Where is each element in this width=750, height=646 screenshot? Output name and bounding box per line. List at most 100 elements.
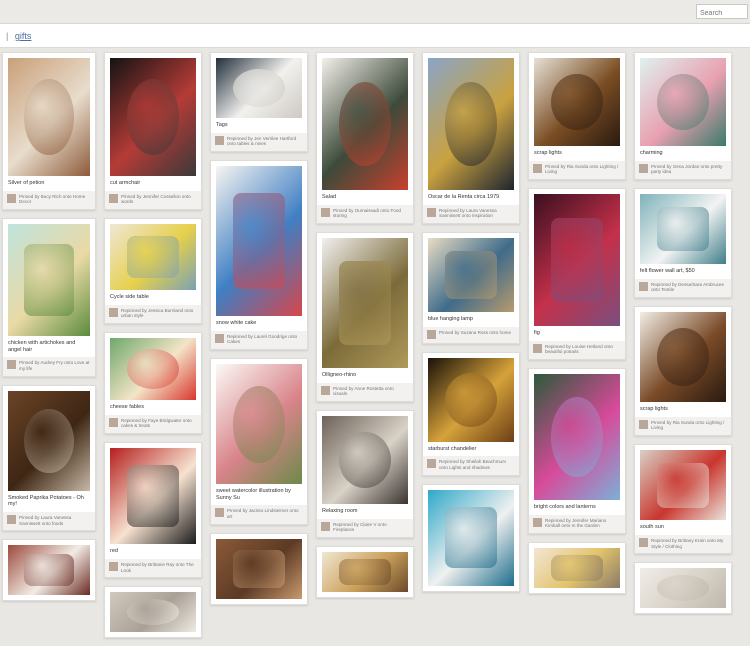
pin-image[interactable] [640,450,726,521]
pin-card[interactable]: Smoked Paprika Potatoes - Oh my! Pinned b… [2,384,96,532]
pin-image[interactable] [110,448,196,545]
avatar[interactable] [7,514,16,524]
pin-image[interactable] [110,592,196,633]
pin-card[interactable] [210,532,308,605]
pin-card[interactable]: Relaxing room Repinned by Claire V onto F… [316,410,414,539]
pin-card[interactable]: south sun Repinned by Brittany Krain onto… [634,444,732,555]
avatar[interactable] [639,281,648,291]
pin-meta-text: Repinned by Faye Bridgwater onto cakes &… [121,417,192,429]
pin-image[interactable] [216,58,302,118]
pin-card[interactable]: scrap lights Pinned by Ria Sunda onto Lig… [528,52,626,181]
avatar[interactable] [427,459,436,469]
pin-card[interactable]: blue hanging lamp Pinned by Suzana Ross o… [422,232,520,344]
pin-card[interactable]: scrap lights Pinned by Ria Sunda onto Lig… [634,306,732,437]
avatar[interactable] [7,193,16,203]
pin-card[interactable]: charming Pinned by Gena Jordan onto prett… [634,52,732,181]
pin-image[interactable] [8,58,90,176]
pin-card[interactable] [422,483,520,592]
pin-card[interactable]: red Repinned by Brittanie Ray onto The Lo… [104,442,202,579]
pin-image[interactable] [110,224,196,291]
pin-image[interactable] [428,357,514,442]
pin-card[interactable]: Silver of petion Pinned by Bucy Rich onto… [2,52,96,211]
avatar[interactable] [215,135,224,145]
pin-image[interactable] [534,374,620,501]
pin-meta-text: Repinned by Louise Hetland onto beautifu… [545,343,613,355]
pin-card[interactable] [528,542,626,595]
avatar[interactable] [215,508,224,518]
pin-image-shape [657,73,709,131]
pin-image-shape [339,261,391,345]
pin-image[interactable] [322,58,408,190]
avatar[interactable] [109,561,118,571]
pin-image[interactable] [216,364,302,485]
pin-image[interactable] [322,552,408,593]
pin-image[interactable] [216,538,302,599]
pin-caption: Olligneo-rhino [322,372,357,379]
avatar[interactable] [533,163,542,173]
pin-card[interactable]: fig Repinned by Louise Hetland onto beaut… [528,188,626,361]
pin-image[interactable] [640,568,726,609]
avatar[interactable] [427,207,436,217]
pin-card[interactable]: Salad Pinned by Oumaissadi onto Food stor… [316,52,414,225]
pin-image[interactable] [640,58,726,146]
pin-caption: cut armchair [110,180,141,186]
pin-image[interactable] [8,390,90,491]
pin-card[interactable]: Cycle side table Repinned by Jessica Burn… [104,218,202,325]
pin-card[interactable]: snow white cake Repinned by Laurel Goodri… [210,160,308,351]
avatar[interactable] [109,307,118,317]
pin-caption: snow white cake [216,320,257,327]
avatar[interactable] [533,343,542,353]
pin-meta-text: Pinned by Audrey Fry onto Love at my lif… [19,360,90,371]
pin-card[interactable]: Oscar de la Renta circa 1979 Repinned by … [422,52,520,225]
pin-image[interactable] [8,545,90,596]
search-input[interactable] [696,4,748,19]
pin-meta: Pinned by Anne Rostetta onto visuals [317,382,413,402]
pin-image[interactable] [428,489,514,586]
avatar[interactable] [109,193,118,203]
pin-card[interactable]: sweet watercolor illustration by Sunny S… [210,358,308,525]
pin-image[interactable] [534,194,620,327]
pin-image[interactable] [428,238,514,313]
pin-card[interactable]: Tags Repinned by Jen Verrilee Hartford on… [210,52,308,153]
pin-image[interactable] [216,166,302,317]
avatar[interactable] [639,419,648,429]
pin-card[interactable]: cheese fables Repinned by Faye Bridgwater… [104,332,202,435]
pin-card[interactable] [104,586,202,639]
pin-card[interactable]: bright colors and lanterns Repinned by Je… [528,368,626,535]
pin-image[interactable] [322,238,408,369]
pin-image[interactable] [640,312,726,403]
avatar[interactable] [427,329,436,339]
pin-image[interactable] [110,338,196,401]
pin-image-shape [24,408,74,473]
pin-card[interactable] [2,539,96,602]
avatar[interactable] [639,537,648,547]
avatar[interactable] [321,207,330,217]
pin-image[interactable] [534,548,620,589]
avatar[interactable] [7,360,16,370]
pin-image[interactable] [110,58,196,176]
pin-image[interactable] [640,194,726,265]
breadcrumb-link-gifts[interactable]: gifts [15,31,32,41]
pin-meta-text: Repinned by Jessica Burnland onto urban … [121,307,194,319]
pin-card[interactable]: Olligneo-rhino Pinned by Anne Rostetta on… [316,232,414,403]
pin-image-shape [339,431,391,489]
pin-image[interactable] [428,58,514,190]
avatar[interactable] [215,333,224,343]
avatar[interactable] [321,385,330,395]
pin-card[interactable]: felt flower wall art, $50 Repinned by Des… [634,188,732,299]
pin-image-shape [551,73,603,131]
pin-card[interactable] [634,562,732,615]
avatar[interactable] [639,163,648,173]
pin-card[interactable]: chicken with artichokes and angel hair Pi… [2,218,96,377]
pin-meta-text: Pinned by Gena Jordan onto pretty party … [651,163,723,175]
pin-image[interactable] [322,416,408,505]
pin-card[interactable] [316,546,414,599]
pin-card[interactable]: cut armchair Pinned by Jennifer Cossellon… [104,52,202,211]
avatar[interactable] [109,417,118,427]
pin-image[interactable] [534,58,620,146]
pin-image[interactable] [8,224,90,337]
avatar[interactable] [321,521,330,531]
avatar[interactable] [533,517,542,527]
pin-card[interactable]: starburst chandelier Repinned by Sheilah … [422,351,520,476]
pin-image-shape [233,193,285,290]
